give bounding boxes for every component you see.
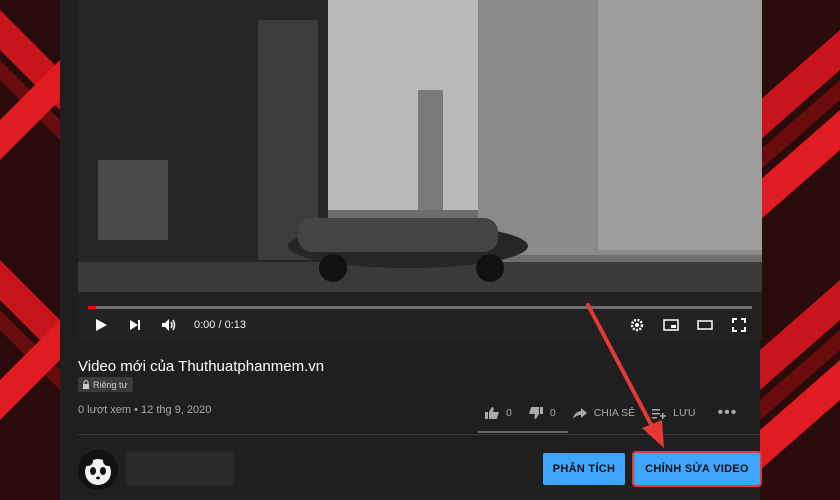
analytics-button[interactable]: PHÂN TÍCH: [543, 453, 625, 485]
channel-name-redacted: [126, 452, 234, 486]
lock-icon: [83, 380, 89, 389]
like-ratio-bar: [478, 431, 568, 433]
share-button[interactable]: CHIA SẺ: [572, 407, 635, 420]
studio-panel: 0:00 / 0:13 Video mới của Thuthuatphanme…: [60, 0, 762, 500]
video-title: Video mới của Thuthuatphanmem.vn: [78, 358, 325, 375]
play-icon[interactable]: [90, 314, 112, 336]
share-label: CHIA SẺ: [593, 407, 636, 419]
more-options-button[interactable]: •••: [718, 404, 738, 422]
settings-gear-icon[interactable]: [626, 314, 648, 336]
video-player[interactable]: 0:00 / 0:13: [78, 0, 762, 340]
channel-avatar[interactable]: [78, 450, 118, 490]
theater-mode-icon[interactable]: [694, 314, 716, 336]
dislike-count: 0: [549, 407, 556, 419]
action-bar: 0 0 CHIA SẺ LƯU •••: [484, 403, 753, 423]
left-decoration: [0, 0, 60, 500]
volume-icon[interactable]: [158, 314, 180, 336]
section-divider: [78, 434, 760, 435]
more-dots-icon: •••: [717, 404, 738, 421]
video-meta: 0 lượt xem • 12 thg 9, 2020: [78, 404, 212, 416]
progress-bar[interactable]: [88, 306, 752, 309]
dislike-button[interactable]: 0: [528, 406, 556, 420]
share-icon: [572, 407, 587, 419]
save-button[interactable]: LƯU: [651, 407, 696, 420]
privacy-label: Riêng tư: [93, 379, 128, 390]
like-count: 0: [506, 407, 512, 419]
right-decoration: [760, 0, 840, 500]
fullscreen-icon[interactable]: [728, 314, 750, 336]
edit-video-button[interactable]: CHỈNH SỬA VIDEO: [632, 451, 762, 487]
save-label: LƯU: [673, 407, 696, 419]
thumbs-up-icon: [485, 407, 499, 419]
time-display: 0:00 / 0:13: [194, 319, 246, 331]
thumbs-down-icon: [529, 407, 543, 419]
playlist-add-icon: [652, 408, 667, 419]
panda-icon: [78, 450, 118, 490]
next-icon[interactable]: [124, 314, 146, 336]
miniplayer-icon[interactable]: [660, 314, 682, 336]
progress-fill: [88, 306, 96, 309]
video-frame: [78, 0, 762, 340]
player-controls: 0:00 / 0:13: [78, 312, 762, 338]
privacy-badge: Riêng tư: [78, 377, 133, 392]
like-button[interactable]: 0: [484, 406, 512, 420]
